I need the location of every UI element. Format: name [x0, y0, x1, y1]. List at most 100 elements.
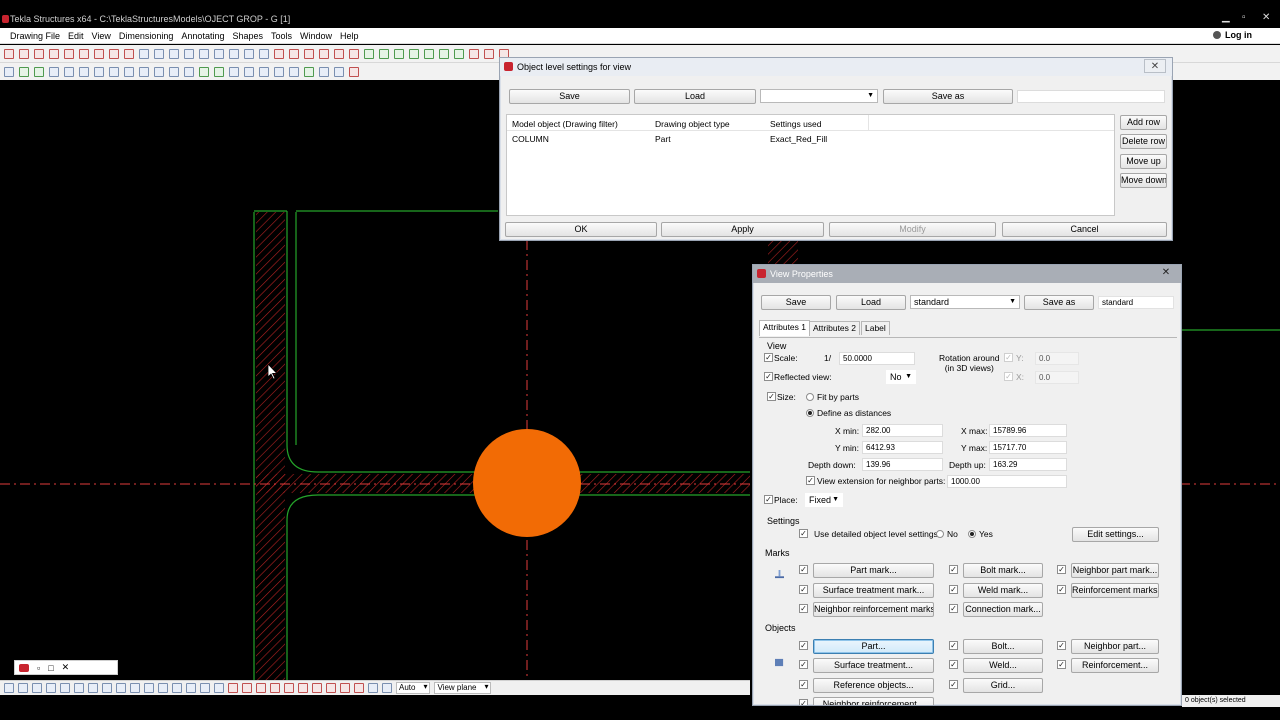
reinforcement-checkbox[interactable]: ✓ — [1057, 660, 1066, 669]
y-max-input[interactable]: 15717.70 — [989, 441, 1067, 454]
tool-open-icon[interactable] — [4, 66, 14, 77]
tool-text-icon[interactable] — [289, 48, 299, 59]
select-filter-icon[interactable] — [172, 683, 182, 693]
select-filter-icon[interactable] — [74, 683, 84, 693]
tool-circle-icon[interactable] — [394, 48, 404, 59]
tool-zoom-icon[interactable] — [229, 66, 239, 77]
neighbor-part-mark-checkbox[interactable]: ✓ — [1057, 565, 1066, 574]
snap-icon[interactable] — [312, 683, 322, 693]
define-as-distances-radio[interactable] — [806, 409, 814, 417]
view-extension-input[interactable]: 1000.00 — [947, 475, 1067, 488]
object-load-button[interactable]: Load — [634, 89, 756, 104]
tool-mark-icon[interactable] — [139, 48, 149, 59]
snap-icon[interactable] — [270, 683, 280, 693]
snap-icon[interactable] — [298, 683, 308, 693]
tool-publish-icon[interactable] — [349, 66, 359, 77]
close-icon[interactable]: ✕ — [62, 662, 70, 673]
tool-mark-icon[interactable] — [154, 48, 164, 59]
tool-dimension-icon[interactable] — [34, 48, 44, 59]
tool-section-icon[interactable] — [214, 66, 224, 77]
weld-button[interactable]: Weld... — [963, 658, 1043, 673]
plane-select[interactable]: View plane — [434, 682, 492, 694]
neighbor-part-mark-button[interactable]: Neighbor part mark... — [1071, 563, 1159, 578]
tool-mark-icon[interactable] — [259, 48, 269, 59]
tool-text-icon[interactable] — [304, 48, 314, 59]
view-extension-checkbox[interactable]: ✓ — [806, 476, 815, 485]
view-save-as-field[interactable]: standard — [1098, 296, 1174, 309]
tool-view-icon[interactable] — [139, 66, 149, 77]
menu-edit[interactable]: Edit — [68, 31, 84, 41]
rotation-x-input[interactable]: 0.0 — [1035, 371, 1079, 384]
tool-dimension-icon[interactable] — [79, 48, 89, 59]
part-button[interactable]: Part... — [813, 639, 934, 654]
tool-dimension-icon[interactable] — [109, 48, 119, 59]
tool-mark-icon[interactable] — [244, 48, 254, 59]
connection-mark-button[interactable]: Connection mark... — [963, 602, 1043, 617]
tool-arc-icon[interactable] — [409, 48, 419, 59]
reinforcement-marks-button[interactable]: Reinforcement marks... — [1071, 583, 1159, 598]
tool-print-icon[interactable] — [49, 66, 59, 77]
select-filter-icon[interactable] — [130, 683, 140, 693]
bolt-mark-checkbox[interactable]: ✓ — [949, 565, 958, 574]
object-save-as-button[interactable]: Save as — [883, 89, 1013, 104]
reflected-view-checkbox[interactable]: ✓ — [764, 372, 773, 381]
neighbor-reinforcement-checkbox[interactable]: ✓ — [799, 699, 808, 705]
add-row-button[interactable]: Add row — [1120, 115, 1167, 130]
modify-button[interactable]: Modify — [829, 222, 996, 237]
view-save-as-button[interactable]: Save as — [1024, 295, 1094, 310]
bolt-mark-button[interactable]: Bolt mark... — [963, 563, 1043, 578]
view-save-button[interactable]: Save — [761, 295, 831, 310]
select-filter-icon[interactable] — [18, 683, 28, 693]
surface-treatment-mark-button[interactable]: Surface treatment mark... — [813, 583, 934, 598]
tool-view-icon[interactable] — [154, 66, 164, 77]
maximize-icon[interactable]: □ — [48, 663, 53, 673]
tab-label[interactable]: Label — [861, 321, 890, 335]
weld-mark-button[interactable]: Weld mark... — [963, 583, 1043, 598]
use-detailed-checkbox[interactable]: ✓ — [799, 529, 808, 538]
login-button[interactable]: Log in — [1213, 30, 1252, 40]
tool-text-icon[interactable] — [274, 48, 284, 59]
tool-zoom-icon[interactable] — [274, 66, 284, 77]
tool-view-icon[interactable] — [109, 66, 119, 77]
select-filter-icon[interactable] — [214, 683, 224, 693]
tool-properties-icon[interactable] — [94, 66, 104, 77]
tool-mark-icon[interactable] — [229, 48, 239, 59]
neighbor-reinforcement-marks-button[interactable]: Neighbor reinforcement marks... — [813, 602, 934, 617]
tool-redo-icon[interactable] — [79, 66, 89, 77]
delete-row-button[interactable]: Delete row — [1120, 134, 1167, 149]
bolt-checkbox[interactable]: ✓ — [949, 641, 958, 650]
tool-text-icon[interactable] — [349, 48, 359, 59]
reinforcement-button[interactable]: Reinforcement... — [1071, 658, 1159, 673]
tool-symbol-icon[interactable] — [484, 48, 494, 59]
snap-icon[interactable] — [242, 683, 252, 693]
grid-button[interactable]: Grid... — [963, 678, 1043, 693]
menu-annotating[interactable]: Annotating — [181, 31, 224, 41]
select-filter-icon[interactable] — [116, 683, 126, 693]
menu-dimensioning[interactable]: Dimensioning — [119, 31, 174, 41]
object-save-button[interactable]: Save — [509, 89, 630, 104]
reinforcement-marks-checkbox[interactable]: ✓ — [1057, 585, 1066, 594]
depth-up-input[interactable]: 163.29 — [989, 458, 1067, 471]
select-filter-icon[interactable] — [144, 683, 154, 693]
part-mark-button[interactable]: Part mark... — [813, 563, 934, 578]
neighbor-part-checkbox[interactable]: ✓ — [1057, 641, 1066, 650]
close-window-icon[interactable]: ✕ — [1262, 12, 1270, 23]
snap-icon[interactable] — [368, 683, 378, 693]
tool-mark-icon[interactable] — [214, 48, 224, 59]
rotation-x-checkbox[interactable]: ✓ — [1004, 372, 1013, 381]
select-filter-icon[interactable] — [200, 683, 210, 693]
select-filter-icon[interactable] — [60, 683, 70, 693]
column-exact-red-fill[interactable] — [473, 429, 581, 537]
depth-down-input[interactable]: 139.96 — [862, 458, 943, 471]
tool-text-icon[interactable] — [319, 48, 329, 59]
tool-mark-icon[interactable] — [169, 48, 179, 59]
tool-polyline-icon[interactable] — [439, 48, 449, 59]
select-filter-icon[interactable] — [102, 683, 112, 693]
snap-icon[interactable] — [284, 683, 294, 693]
tool-mark-icon[interactable] — [199, 48, 209, 59]
y-min-input[interactable]: 6412.93 — [862, 441, 943, 454]
snap-mode-select[interactable]: Auto — [396, 682, 431, 694]
tool-zoom-icon[interactable] — [289, 66, 299, 77]
reflected-view-select[interactable]: No ▼ — [886, 370, 916, 384]
snap-icon[interactable] — [340, 683, 350, 693]
